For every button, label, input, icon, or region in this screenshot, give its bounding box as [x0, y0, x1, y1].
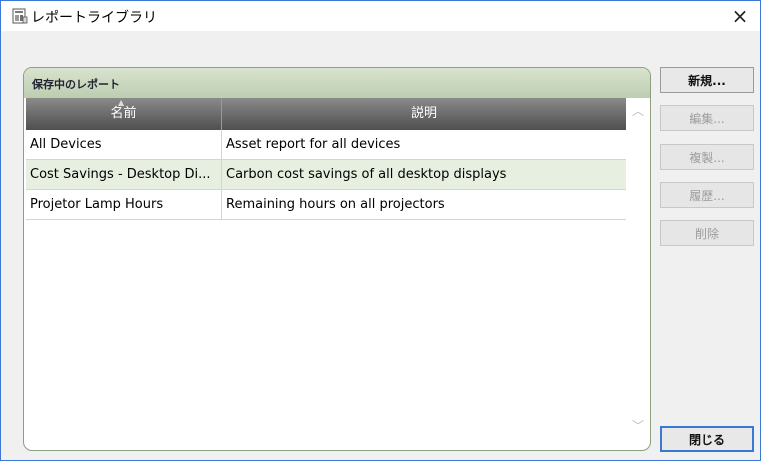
- delete-button[interactable]: 削除: [660, 220, 754, 246]
- duplicate-button[interactable]: 複製...: [660, 144, 754, 170]
- reports-table: ▲ 名前 説明 All Devices Asset report for all…: [26, 98, 626, 448]
- scroll-up-icon[interactable]: ︿: [628, 102, 648, 119]
- edit-button[interactable]: 編集...: [660, 105, 754, 131]
- window-title: レポートライブラリ: [31, 10, 157, 26]
- history-button[interactable]: 履歴...: [660, 182, 754, 208]
- panel-header: 保存中のレポート: [24, 68, 650, 98]
- saved-reports-panel: 保存中のレポート ▲ 名前 説明 All Devices Asset repor…: [23, 67, 651, 451]
- table-row[interactable]: Cost Savings - Desktop Di... Carbon cost…: [26, 160, 626, 190]
- report-description-cell: Remaining hours on all projectors: [226, 197, 445, 212]
- report-name-cell: All Devices: [26, 130, 222, 159]
- report-name-cell: Cost Savings - Desktop Di...: [26, 160, 222, 189]
- report-name-cell: Projetor Lamp Hours: [26, 190, 222, 219]
- panel-title: 保存中のレポート: [32, 78, 120, 91]
- report-description-cell: Carbon cost savings of all desktop displ…: [226, 167, 507, 182]
- sort-ascending-icon: ▲: [118, 98, 125, 107]
- column-header-description[interactable]: 説明: [222, 98, 626, 130]
- column-header-name[interactable]: ▲ 名前: [26, 98, 222, 130]
- table-row[interactable]: All Devices Asset report for all devices: [26, 130, 626, 160]
- vertical-scrollbar[interactable]: ︿ ﹀: [628, 98, 648, 438]
- table-header: ▲ 名前 説明: [26, 98, 626, 130]
- report-library-icon: [12, 8, 28, 24]
- table-row[interactable]: Projetor Lamp Hours Remaining hours on a…: [26, 190, 626, 220]
- close-button[interactable]: 閉じる: [660, 426, 754, 452]
- close-icon[interactable]: ×: [720, 1, 760, 31]
- title-bar: レポートライブラリ ×: [1, 1, 760, 31]
- report-description-cell: Asset report for all devices: [226, 137, 401, 152]
- scroll-down-icon[interactable]: ﹀: [628, 417, 648, 434]
- report-library-window: レポートライブラリ × 保存中のレポート ▲ 名前 説明 All Devices…: [0, 0, 761, 461]
- new-button[interactable]: 新規...: [660, 67, 754, 93]
- column-header-name-label: 名前: [110, 106, 137, 121]
